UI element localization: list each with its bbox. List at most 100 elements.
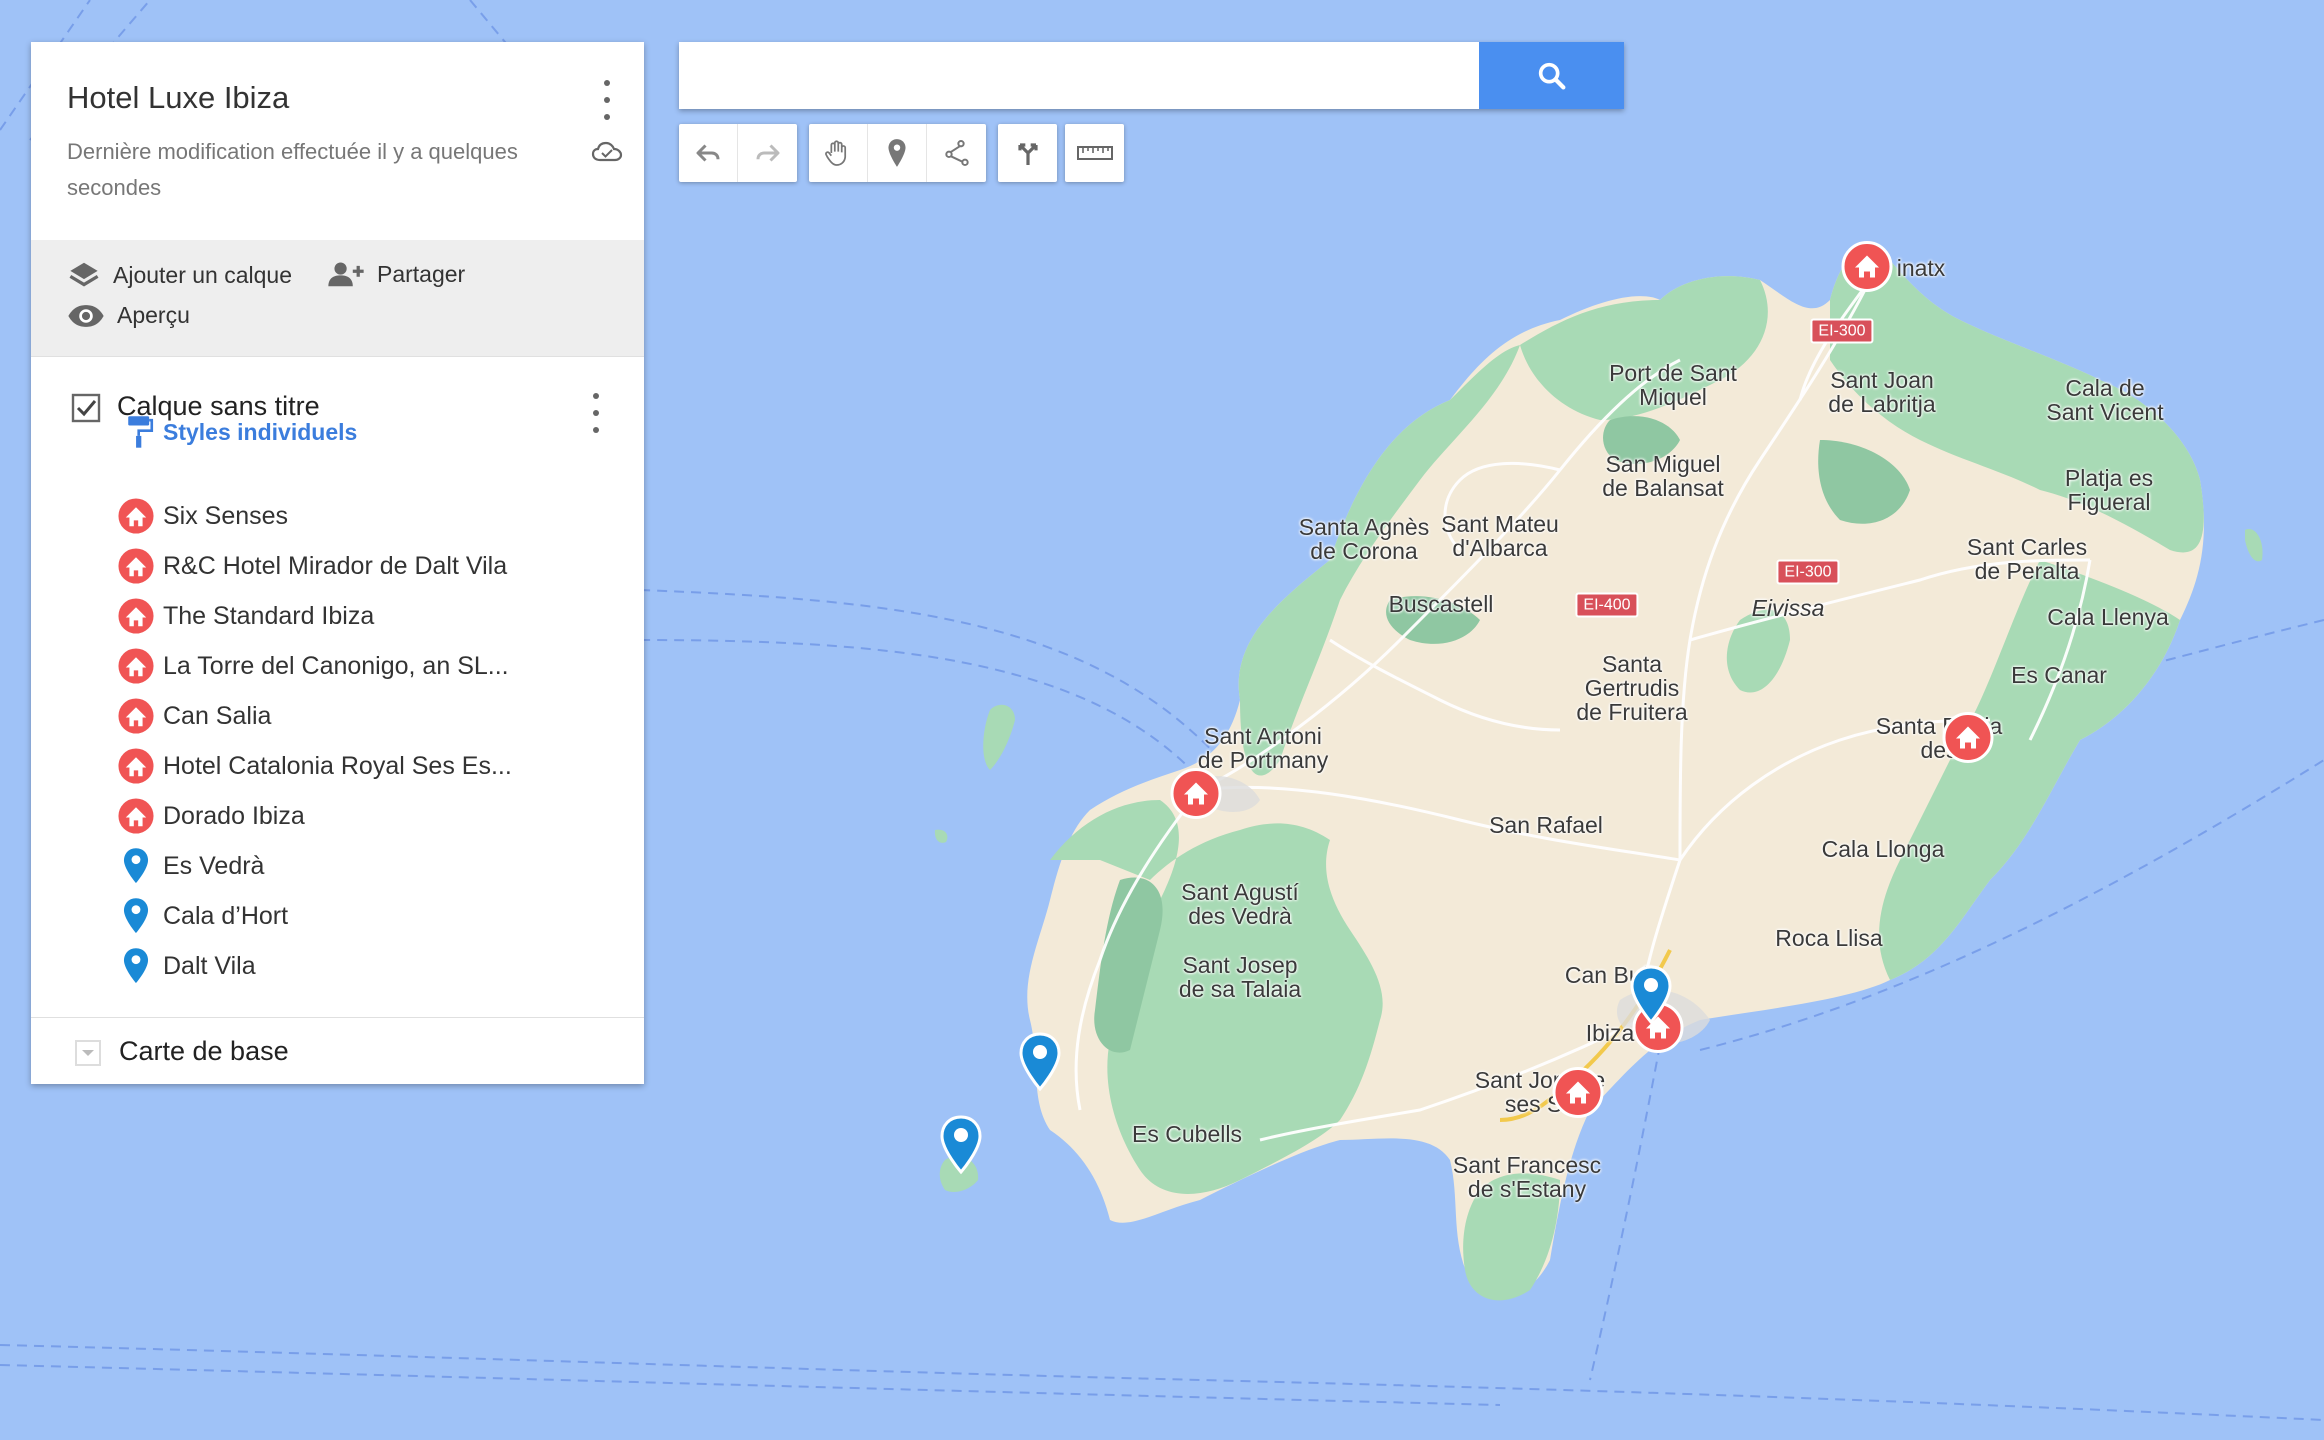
dot: [593, 410, 599, 416]
directions-group: [998, 124, 1057, 182]
cloud-saved-icon: [591, 140, 623, 169]
add-directions-button[interactable]: [998, 124, 1057, 182]
pin-icon: [1019, 1032, 1061, 1092]
measure-group: [1065, 124, 1124, 182]
place-label: Sant Joan de Labritja: [1828, 367, 1936, 417]
hotel-icon: [1552, 1067, 1604, 1118]
share-label: Partager: [377, 260, 466, 287]
preview-button[interactable]: Aperçu: [67, 302, 190, 329]
list-item-label: Dalt Vila: [163, 951, 256, 980]
place-label: Sant Carles de Peralta: [1966, 534, 2088, 584]
hand-icon: [825, 140, 847, 166]
map-title[interactable]: Hotel Luxe Ibiza: [67, 80, 289, 116]
place-label: Cala de Sant Vicent: [2046, 375, 2164, 425]
list-item-label: Cala d’Hort: [163, 901, 289, 930]
undo-button[interactable]: [679, 124, 738, 182]
layers-icon: [69, 262, 99, 287]
add-marker-button[interactable]: [868, 124, 927, 182]
place-label: Santa Agnès de Corona: [1298, 514, 1430, 564]
styles-link[interactable]: Styles individuels: [125, 415, 357, 449]
search-button[interactable]: [1479, 42, 1624, 109]
draw-tools-group: [809, 124, 986, 182]
hotel-icon: [117, 597, 155, 635]
hotel-icon: [117, 747, 155, 785]
undo-redo-group: [679, 124, 797, 182]
expand-arrow-icon[interactable]: [75, 1040, 101, 1071]
list-item[interactable]: Hotel Catalonia Royal Ses Es...: [117, 741, 512, 791]
list-item-label: R&C Hotel Mirador de Dalt Vila: [163, 551, 508, 580]
place-label: Sant Francesc de s'Estany: [1452, 1152, 1602, 1202]
search-icon: [1538, 62, 1565, 89]
basemap-label: Carte de base: [119, 1036, 289, 1066]
basemap-section[interactable]: Carte de base: [31, 1017, 644, 1085]
hotel-marker[interactable]: [1170, 768, 1222, 825]
last-modified-text: Dernière modification effectuée il y a q…: [67, 139, 518, 200]
road-shield: EI-300: [1810, 318, 1874, 344]
share-button[interactable]: Partager: [327, 260, 465, 288]
dot: [604, 114, 610, 120]
draw-line-button[interactable]: [927, 124, 986, 182]
redo-icon: [756, 144, 779, 162]
place-label: Es Cubells: [1132, 1121, 1242, 1147]
place-label: Es Canar: [2011, 662, 2107, 688]
panel-actions: Ajouter un calque Partager Aperçu: [31, 240, 644, 357]
place-pin[interactable]: [1018, 1032, 1062, 1097]
list-item-label: Dorado Ibiza: [163, 801, 305, 830]
list-item-label: Hotel Catalonia Royal Ses Es...: [163, 751, 512, 780]
list-item[interactable]: R&C Hotel Mirador de Dalt Vila: [117, 541, 512, 591]
hotel-icon: [117, 797, 155, 835]
place-label: Buscastell: [1388, 591, 1494, 617]
select-hand-button[interactable]: [809, 124, 868, 182]
place-label: Sant Mateu d'Albarca: [1441, 511, 1559, 561]
place-label: Port de Sant Miquel: [1609, 360, 1737, 410]
hotel-marker[interactable]: [1552, 1067, 1604, 1124]
list-item-label: Es Vedrà: [163, 851, 265, 880]
dot: [593, 393, 599, 399]
pin-icon: [117, 947, 155, 985]
place-label: Platja es Figueral: [2064, 465, 2154, 515]
pin-icon: [940, 1115, 982, 1175]
place-label: Sant Antoni de Portmany: [1197, 723, 1329, 773]
place-label: Eivissa: [1751, 595, 1825, 621]
add-layer-button[interactable]: Ajouter un calque: [67, 260, 292, 290]
place-pin[interactable]: [939, 1115, 983, 1180]
list-item[interactable]: Cala d’Hort: [117, 891, 512, 941]
list-item[interactable]: La Torre del Canonigo, an SL...: [117, 641, 512, 691]
hotel-marker[interactable]: [1841, 241, 1893, 298]
dot: [604, 97, 610, 103]
list-item[interactable]: The Standard Ibiza: [117, 591, 512, 641]
list-item[interactable]: Dorado Ibiza: [117, 791, 512, 841]
layer-visibility-checkbox[interactable]: [71, 393, 101, 428]
styles-link-label: Styles individuels: [163, 418, 358, 445]
map-options-button[interactable]: [602, 80, 612, 120]
list-item[interactable]: Es Vedrà: [117, 841, 512, 891]
map-panel: Hotel Luxe Ibiza Dernière modification e…: [31, 42, 644, 1084]
layer-options-button[interactable]: [591, 393, 601, 433]
search-input[interactable]: [679, 42, 1479, 109]
search-bar: [679, 42, 1624, 109]
list-item-label: The Standard Ibiza: [163, 601, 375, 630]
place-label: Sant Agustí des Vedrà: [1181, 879, 1299, 929]
list-item-label: Six Senses: [163, 501, 289, 530]
place-pin[interactable]: [1629, 965, 1673, 1030]
eye-icon: [68, 304, 104, 327]
panel-header: Hotel Luxe Ibiza Dernière modification e…: [31, 42, 644, 240]
road-shield: EI-400: [1575, 592, 1639, 618]
layer-section: Calque sans titre Styles individuels Six…: [31, 357, 644, 984]
hotel-icon: [117, 647, 155, 685]
place-label: inatx: [1896, 255, 1946, 281]
place-label: Cala Llonga: [1821, 836, 1945, 862]
list-item[interactable]: Dalt Vila: [117, 941, 512, 991]
place-label: Ibiza: [1585, 1020, 1635, 1046]
directions-icon: [1017, 143, 1038, 165]
paint-roller-icon: [128, 416, 154, 448]
hotel-marker[interactable]: [1942, 712, 1994, 769]
place-label: Sant Josep de sa Talaia: [1178, 952, 1302, 1002]
redo-button[interactable]: [738, 124, 797, 182]
measure-button[interactable]: [1065, 124, 1124, 182]
list-item[interactable]: Six Senses: [117, 491, 512, 541]
place-label: Cala Llenya: [2047, 604, 2169, 630]
hotel-icon: [1942, 712, 1994, 763]
place-label: San Miguel de Balansat: [1602, 451, 1724, 501]
list-item[interactable]: Can Salia: [117, 691, 512, 741]
